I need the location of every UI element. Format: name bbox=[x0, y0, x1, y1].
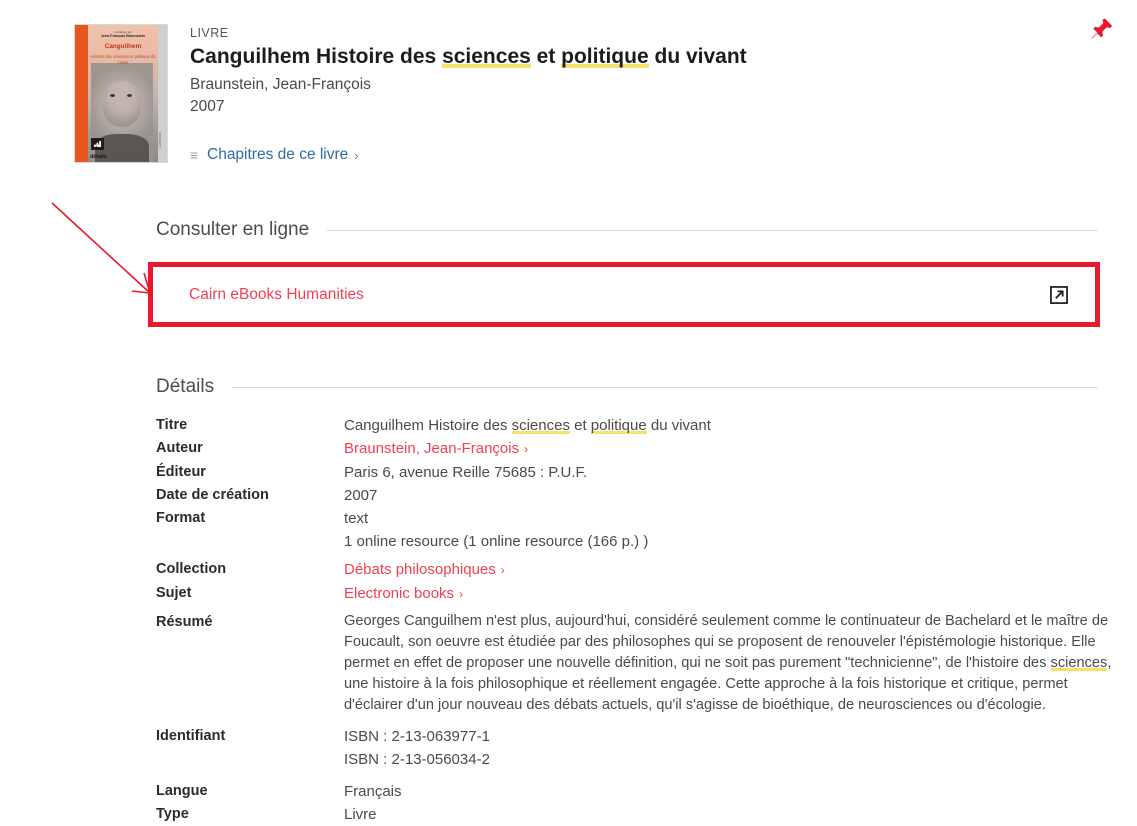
details-value-line: 1 online resource (1 online resource (16… bbox=[344, 530, 1116, 553]
details-value-text: Canguilhem Histoire des bbox=[344, 417, 512, 434]
annotation-arrow bbox=[40, 195, 165, 310]
details-value: Livre bbox=[344, 803, 1116, 826]
details-value-line: text bbox=[344, 507, 1116, 530]
record-title-highlight: sciences bbox=[442, 45, 531, 68]
record-title: Canguilhem Histoire des sciences et poli… bbox=[190, 44, 1137, 70]
details-row: TitreCanguilhem Histoire des sciences et… bbox=[156, 414, 1116, 437]
details-value: Georges Canguilhem n'est plus, aujourd'h… bbox=[344, 611, 1116, 716]
record-title-text: du vivant bbox=[649, 45, 747, 68]
record-header: Coordonné par Jean-François Braunstein C… bbox=[0, 24, 1137, 165]
details-value: Paris 6, avenue Reille 75685 : P.U.F. bbox=[344, 461, 1116, 484]
cover-imprint: débats bbox=[90, 154, 107, 160]
details-row: AuteurBraunstein, Jean-François › bbox=[156, 437, 1116, 461]
chevron-right-icon: › bbox=[354, 148, 358, 163]
details-row: ÉditeurParis 6, avenue Reille 75685 : P.… bbox=[156, 461, 1116, 484]
details-value[interactable]: Braunstein, Jean-François › bbox=[344, 437, 1116, 461]
details-label: Langue bbox=[156, 780, 344, 803]
details-value-link[interactable]: Electronic books› bbox=[344, 585, 463, 602]
record-author: Braunstein, Jean-François bbox=[190, 74, 1137, 96]
details-value-text: et bbox=[570, 417, 591, 434]
cover-portrait-eye-right bbox=[127, 94, 132, 97]
details-row: IdentifiantISBN : 2-13-063977-1ISBN : 2-… bbox=[156, 725, 1116, 771]
details-link-label: Electronic books bbox=[344, 585, 454, 602]
details-row: Formattext1 online resource (1 online re… bbox=[156, 507, 1116, 553]
details-value-line: ISBN : 2-13-056034-2 bbox=[344, 748, 1116, 771]
cover-text-block: Coordonné par Jean-François Braunstein C… bbox=[90, 31, 156, 66]
chapters-link[interactable]: ≡ Chapitres de ce livre › bbox=[190, 146, 359, 164]
online-access-link[interactable]: Cairn eBooks Humanities bbox=[189, 286, 364, 304]
details-row: RésuméGeorges Canguilhem n'est plus, auj… bbox=[156, 611, 1116, 716]
cover-spine-accent bbox=[75, 25, 88, 162]
details-label: Éditeur bbox=[156, 461, 344, 484]
details-value[interactable]: Débats philosophiques › bbox=[344, 558, 1116, 582]
details-value-highlight: politique bbox=[591, 417, 647, 434]
details-value-highlight: sciences bbox=[1051, 655, 1108, 671]
row-spacer bbox=[156, 771, 1116, 780]
record-title-highlight: politique bbox=[561, 45, 649, 68]
details-label: Résumé bbox=[156, 611, 344, 634]
cover-spine-text: Collection bbox=[158, 132, 167, 148]
details-row: CollectionDébats philosophiques › bbox=[156, 558, 1116, 582]
details-value-line: Français bbox=[344, 780, 1116, 803]
external-link-icon[interactable] bbox=[1048, 284, 1070, 306]
chevron-right-icon: › bbox=[524, 438, 528, 461]
details-link-label: Braunstein, Jean-François bbox=[344, 440, 519, 457]
row-spacer bbox=[156, 716, 1116, 725]
details-value: text1 online resource (1 online resource… bbox=[344, 507, 1116, 553]
cover-subtitle: Histoire des sciences et politique du vi… bbox=[90, 54, 156, 66]
details-row: LangueFrançais bbox=[156, 780, 1116, 803]
cover-author: Jean-François Braunstein bbox=[90, 34, 156, 39]
details-label: Auteur bbox=[156, 437, 344, 460]
section-divider bbox=[232, 387, 1098, 388]
record-type-label: LIVRE bbox=[190, 26, 1137, 40]
details-value: Français bbox=[344, 780, 1116, 803]
details-value-line: Livre bbox=[344, 803, 1116, 826]
details-row: Date de création2007 bbox=[156, 484, 1116, 507]
details-value-text: du vivant bbox=[647, 417, 711, 434]
details-label: Format bbox=[156, 507, 344, 530]
record-title-text: et bbox=[531, 45, 561, 68]
details-label: Identifiant bbox=[156, 725, 344, 748]
online-access-panel[interactable]: Cairn eBooks Humanities bbox=[148, 262, 1100, 327]
list-icon: ≡ bbox=[190, 148, 205, 162]
details-value-link[interactable]: Débats philosophiques› bbox=[344, 561, 505, 578]
details-value-highlight: sciences bbox=[512, 417, 570, 434]
cover-portrait-eye-left bbox=[110, 94, 115, 97]
record-date: 2007 bbox=[190, 96, 1137, 118]
details-label: Titre bbox=[156, 414, 344, 437]
details-link-label: Débats philosophiques bbox=[344, 561, 496, 578]
record-metadata: LIVRE Canguilhem Histoire des sciences e… bbox=[190, 24, 1137, 165]
details-table: TitreCanguilhem Histoire des sciences et… bbox=[156, 414, 1116, 826]
details-value: 2007 bbox=[344, 484, 1116, 507]
section-title-consulter: Consulter en ligne bbox=[156, 219, 309, 241]
chevron-right-icon: › bbox=[459, 583, 463, 606]
section-title-details: Détails bbox=[156, 376, 214, 398]
details-value-link[interactable]: Braunstein, Jean-François› bbox=[344, 440, 528, 457]
details-value-line: 2007 bbox=[344, 484, 1116, 507]
cover-thumbnail-wrapper[interactable]: Coordonné par Jean-François Braunstein C… bbox=[74, 24, 168, 163]
details-label: Type bbox=[156, 803, 344, 826]
section-header-details: Détails bbox=[156, 376, 1098, 398]
details-label: Sujet bbox=[156, 582, 344, 605]
details-label: Collection bbox=[156, 558, 344, 581]
details-label: Date de création bbox=[156, 484, 344, 507]
section-divider bbox=[327, 230, 1098, 231]
details-value: ISBN : 2-13-063977-1ISBN : 2-13-056034-2 bbox=[344, 725, 1116, 771]
details-row: TypeLivre bbox=[156, 803, 1116, 826]
details-value-text: Georges Canguilhem n'est plus, aujourd'h… bbox=[344, 613, 1108, 671]
details-value: Canguilhem Histoire des sciences et poli… bbox=[344, 414, 1116, 437]
chevron-right-icon: › bbox=[501, 559, 505, 582]
section-header-consulter: Consulter en ligne bbox=[156, 219, 1098, 241]
book-cover-image[interactable]: Coordonné par Jean-François Braunstein C… bbox=[74, 24, 168, 163]
cover-title: Canguilhem bbox=[90, 43, 156, 51]
record-title-text: Canguilhem Histoire des bbox=[190, 45, 442, 68]
chapters-link-label: Chapitres de ce livre bbox=[207, 146, 348, 164]
cover-publisher-logo bbox=[91, 138, 104, 150]
details-value[interactable]: Electronic books › bbox=[344, 582, 1116, 606]
details-value-line: ISBN : 2-13-063977-1 bbox=[344, 725, 1116, 748]
details-row: SujetElectronic books › bbox=[156, 582, 1116, 606]
details-value-line: Paris 6, avenue Reille 75685 : P.U.F. bbox=[344, 461, 1116, 484]
